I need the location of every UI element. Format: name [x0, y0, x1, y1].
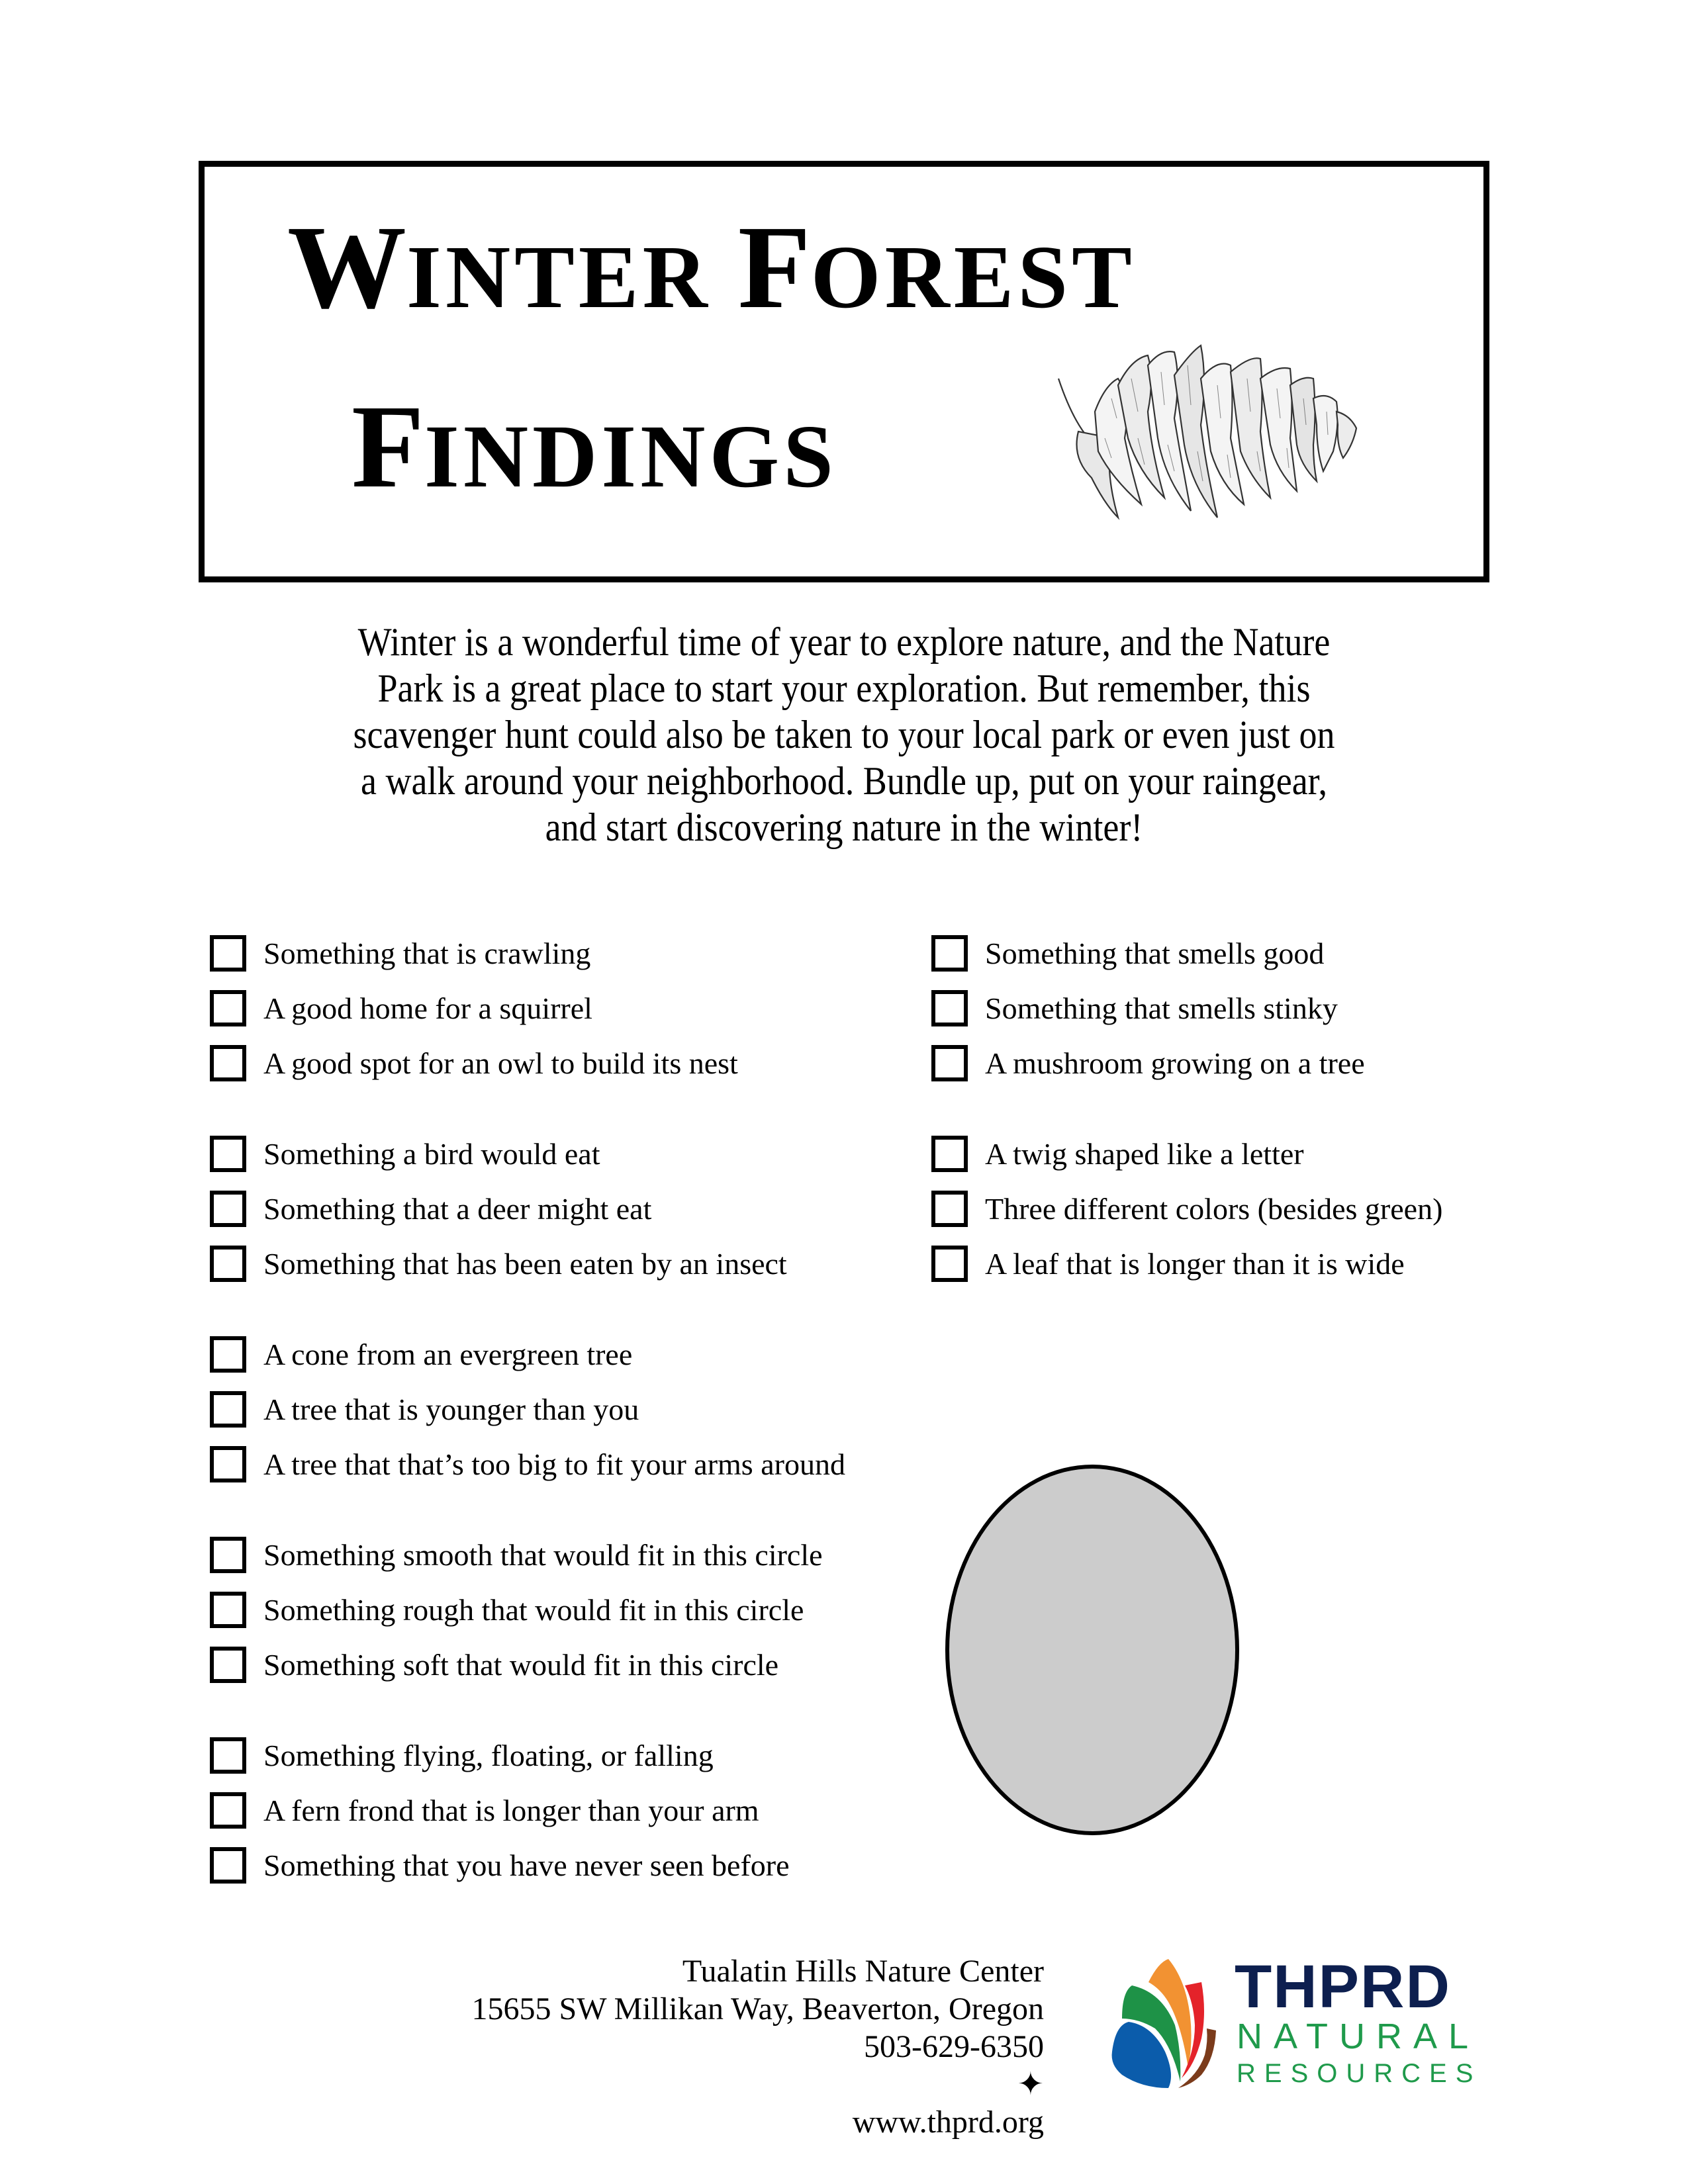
- intro-line: a walk around your neighborhood. Bundle …: [360, 759, 1327, 803]
- logo-thprd-text: THPRD: [1235, 1953, 1451, 2021]
- checkbox[interactable]: [931, 1044, 968, 1081]
- checklist-item-label: A good spot for an owl to build its nest: [263, 1046, 738, 1080]
- checkbox[interactable]: [210, 1190, 246, 1227]
- checkbox[interactable]: [210, 1646, 246, 1683]
- checkbox[interactable]: [210, 1044, 246, 1081]
- website-link[interactable]: www.thprd.org: [472, 2103, 1044, 2141]
- checklist-item-label: Something smooth that would fit in this …: [263, 1537, 823, 1572]
- checklist-item-label: Something that smells good: [985, 936, 1325, 970]
- checkbox[interactable]: [931, 1190, 968, 1227]
- intro-line: and start discovering nature in the wint…: [545, 805, 1143, 849]
- checkbox[interactable]: [931, 934, 968, 972]
- checklist-item-label: Something flying, floating, or falling: [263, 1738, 714, 1772]
- title-line-2: FINDINGS: [352, 387, 837, 506]
- leaf-logo-icon: [1111, 1959, 1216, 2088]
- checklist-item-label: Something that has been eaten by an inse…: [263, 1246, 787, 1281]
- diamond-separator-icon: ✦: [1017, 2067, 1044, 2102]
- checkbox[interactable]: [210, 1846, 246, 1884]
- checklist-item-label: Something that a deer might eat: [263, 1191, 652, 1226]
- checklist-item-label: Three different colors (besides green): [985, 1191, 1443, 1226]
- checkbox[interactable]: [210, 1792, 246, 1829]
- checklist-item[interactable]: A tree that that’s too big to fit your a…: [210, 1444, 845, 1484]
- contact-line: 503-629-6350 ✦ www.thprd.org: [472, 2028, 1044, 2141]
- checklist-item[interactable]: Something a bird would eat: [210, 1134, 600, 1173]
- checklist-item[interactable]: A good home for a squirrel: [210, 988, 592, 1028]
- checklist-item[interactable]: Something that you have never seen befor…: [210, 1845, 790, 1885]
- checklist-item-label: Something that smells stinky: [985, 991, 1338, 1025]
- checklist-item[interactable]: Something that is crawling: [210, 933, 590, 973]
- checklist-item-label: A tree that that’s too big to fit your a…: [263, 1447, 845, 1481]
- checklist-item[interactable]: Three different colors (besides green): [931, 1189, 1442, 1228]
- checklist-item-label: A cone from an evergreen tree: [263, 1337, 633, 1371]
- checklist-item-label: Something soft that would fit in this ci…: [263, 1647, 779, 1682]
- checkbox[interactable]: [931, 1245, 968, 1282]
- checkbox[interactable]: [210, 1390, 246, 1428]
- checklist-item[interactable]: Something flying, floating, or falling: [210, 1735, 714, 1775]
- intro-paragraph: Winter is a wonderful time of year to ex…: [218, 619, 1470, 850]
- checklist-item-label: A mushroom growing on a tree: [985, 1046, 1365, 1080]
- checkbox[interactable]: [931, 1135, 968, 1172]
- checklist-item[interactable]: A mushroom growing on a tree: [931, 1043, 1365, 1083]
- title-box: WINTER FOREST FINDINGS: [199, 161, 1489, 582]
- checklist-item-label: Something rough that would fit in this c…: [263, 1592, 804, 1627]
- phone-number: 503-629-6350: [864, 2029, 1044, 2064]
- checklist-item[interactable]: Something that has been eaten by an inse…: [210, 1244, 787, 1283]
- checklist-item-label: A leaf that is longer than it is wide: [985, 1246, 1405, 1281]
- logo-natural-text: NATURAL: [1237, 2017, 1480, 2056]
- checklist-item-label: A good home for a squirrel: [263, 991, 592, 1025]
- checkbox[interactable]: [210, 1245, 246, 1282]
- intro-line: Park is a great place to start your expl…: [377, 666, 1311, 710]
- organization-name: Tualatin Hills Nature Center: [682, 1954, 1044, 1989]
- checklist-item-label: Something a bird would eat: [263, 1136, 600, 1171]
- pinecone-illustration: [1057, 344, 1358, 520]
- checkbox[interactable]: [210, 1536, 246, 1573]
- logo-resources-text: RESOURCES: [1237, 2059, 1482, 2088]
- title-line-1: WINTER FOREST: [287, 208, 1136, 327]
- checklist-item[interactable]: Something that a deer might eat: [210, 1189, 651, 1228]
- checklist-item[interactable]: A good spot for an owl to build its nest: [210, 1043, 738, 1083]
- checklist-item-label: A tree that is younger than you: [263, 1392, 639, 1426]
- intro-line: scavenger hunt could also be taken to yo…: [353, 713, 1335, 756]
- intro-line: Winter is a wonderful time of year to ex…: [357, 620, 1331, 664]
- checkbox[interactable]: [210, 1591, 246, 1628]
- checklist-item-label: Something that you have never seen befor…: [263, 1848, 790, 1882]
- checklist-item[interactable]: Something rough that would fit in this c…: [210, 1590, 804, 1629]
- checklist-item[interactable]: Something that smells stinky: [931, 988, 1338, 1028]
- checklist-item-label: A twig shaped like a letter: [985, 1136, 1304, 1171]
- checkbox[interactable]: [210, 1445, 246, 1482]
- checklist-item[interactable]: A fern frond that is longer than your ar…: [210, 1790, 759, 1830]
- checkbox[interactable]: [210, 1737, 246, 1774]
- title-word-findings: FINDINGS: [352, 381, 837, 512]
- checkbox[interactable]: [210, 989, 246, 1026]
- checkbox[interactable]: [210, 934, 246, 972]
- checkbox[interactable]: [210, 1135, 246, 1172]
- checkbox[interactable]: [210, 1336, 246, 1373]
- title-word-winter: WINTER: [287, 201, 712, 333]
- checklist-item[interactable]: Something smooth that would fit in this …: [210, 1535, 823, 1574]
- footer-address: Tualatin Hills Nature Center 15655 SW Mi…: [472, 1952, 1044, 2141]
- checklist-item[interactable]: A leaf that is longer than it is wide: [931, 1244, 1405, 1283]
- thprd-logo: THPRD NATURAL RESOURCES: [1102, 1952, 1473, 2091]
- checklist-item[interactable]: Something soft that would fit in this ci…: [210, 1645, 778, 1684]
- street-address: 15655 SW Millikan Way, Beaverton, Oregon: [471, 1991, 1044, 2026]
- checklist-item-label: A fern frond that is longer than your ar…: [263, 1793, 759, 1827]
- checkbox[interactable]: [931, 989, 968, 1026]
- title-word-forest: FOREST: [737, 201, 1136, 333]
- checklist-item-label: Something that is crawling: [263, 936, 591, 970]
- checklist-item[interactable]: A twig shaped like a letter: [931, 1134, 1304, 1173]
- size-reference-circle: [945, 1465, 1239, 1835]
- checklist-item[interactable]: A tree that is younger than you: [210, 1389, 639, 1429]
- checklist-item[interactable]: Something that smells good: [931, 933, 1324, 973]
- checklist-item[interactable]: A cone from an evergreen tree: [210, 1334, 632, 1374]
